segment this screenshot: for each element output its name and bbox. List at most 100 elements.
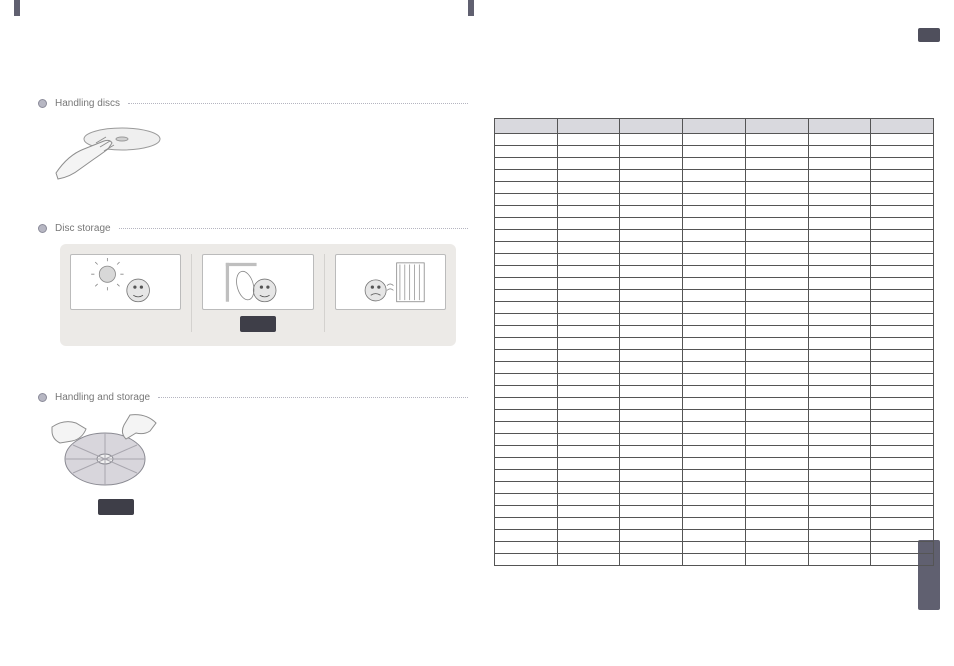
table-cell — [683, 554, 746, 566]
table-cell — [808, 494, 871, 506]
table-cell — [557, 134, 620, 146]
table-row — [495, 158, 934, 170]
table-cell — [808, 266, 871, 278]
table-cell — [557, 446, 620, 458]
table-cell — [745, 194, 808, 206]
table-cell — [620, 290, 683, 302]
table-cell — [808, 230, 871, 242]
table-cell — [557, 374, 620, 386]
bullet-icon — [38, 393, 47, 402]
table-cell — [557, 422, 620, 434]
table-cell — [495, 434, 558, 446]
table-cell — [808, 170, 871, 182]
table-cell — [557, 554, 620, 566]
table-cell — [495, 410, 558, 422]
illustration-wiping-disc — [50, 409, 180, 493]
table-cell — [871, 170, 934, 182]
table-cell — [871, 362, 934, 374]
table-cell — [620, 422, 683, 434]
table-row — [495, 398, 934, 410]
table-cell — [620, 146, 683, 158]
table-row — [495, 182, 934, 194]
storage-thumb — [335, 254, 446, 310]
table-cell — [620, 374, 683, 386]
table-cell — [808, 362, 871, 374]
table-cell — [620, 554, 683, 566]
table-cell — [620, 218, 683, 230]
table-cell — [871, 434, 934, 446]
table-cell — [620, 314, 683, 326]
table-cell — [808, 326, 871, 338]
table-cell — [620, 434, 683, 446]
table-row — [495, 266, 934, 278]
table-cell — [745, 170, 808, 182]
table-cell — [745, 242, 808, 254]
table-cell — [871, 350, 934, 362]
table-cell — [557, 506, 620, 518]
table-cell — [495, 278, 558, 290]
table-cell — [808, 434, 871, 446]
table-cell — [871, 230, 934, 242]
table-cell — [745, 530, 808, 542]
table-cell — [745, 158, 808, 170]
table-row — [495, 434, 934, 446]
table-cell — [620, 482, 683, 494]
table-cell — [557, 434, 620, 446]
table-cell — [557, 314, 620, 326]
caption-chip — [240, 316, 276, 332]
table-cell — [620, 278, 683, 290]
table-cell — [871, 422, 934, 434]
table-cell — [495, 506, 558, 518]
table-cell — [495, 386, 558, 398]
table-cell — [495, 170, 558, 182]
table-cell — [620, 518, 683, 530]
table-cell — [683, 182, 746, 194]
page-top-marker-mid — [468, 0, 474, 16]
table-cell — [683, 170, 746, 182]
table-cell — [871, 482, 934, 494]
table-cell — [620, 398, 683, 410]
table-row — [495, 134, 934, 146]
table-cell — [683, 518, 746, 530]
table-cell — [620, 254, 683, 266]
table-cell — [871, 506, 934, 518]
table-cell — [683, 314, 746, 326]
table-cell — [557, 518, 620, 530]
table-cell — [557, 470, 620, 482]
code-table-wrap — [494, 118, 934, 566]
table-body — [495, 134, 934, 566]
table-cell — [557, 350, 620, 362]
table-cell — [808, 458, 871, 470]
table-cell — [745, 554, 808, 566]
table-cell — [495, 134, 558, 146]
table-cell — [808, 518, 871, 530]
table-cell — [495, 242, 558, 254]
table-cell — [808, 338, 871, 350]
table-cell — [871, 554, 934, 566]
table-cell — [871, 266, 934, 278]
table-row — [495, 338, 934, 350]
table-cell — [745, 434, 808, 446]
table-cell — [745, 254, 808, 266]
table-cell — [495, 182, 558, 194]
table-row — [495, 242, 934, 254]
table-cell — [745, 302, 808, 314]
table-row — [495, 278, 934, 290]
table-cell — [557, 230, 620, 242]
table-cell — [808, 554, 871, 566]
table-cell — [808, 350, 871, 362]
section-title: Handling and storage — [55, 392, 150, 403]
table-cell — [808, 386, 871, 398]
table-cell — [871, 374, 934, 386]
table-cell — [745, 230, 808, 242]
right-column — [494, 30, 934, 650]
table-cell — [495, 446, 558, 458]
table-cell — [683, 146, 746, 158]
table-row — [495, 386, 934, 398]
table-cell — [495, 554, 558, 566]
table-header-cell — [495, 119, 558, 134]
table-cell — [495, 314, 558, 326]
table-cell — [495, 218, 558, 230]
table-cell — [620, 302, 683, 314]
table-header-cell — [871, 119, 934, 134]
